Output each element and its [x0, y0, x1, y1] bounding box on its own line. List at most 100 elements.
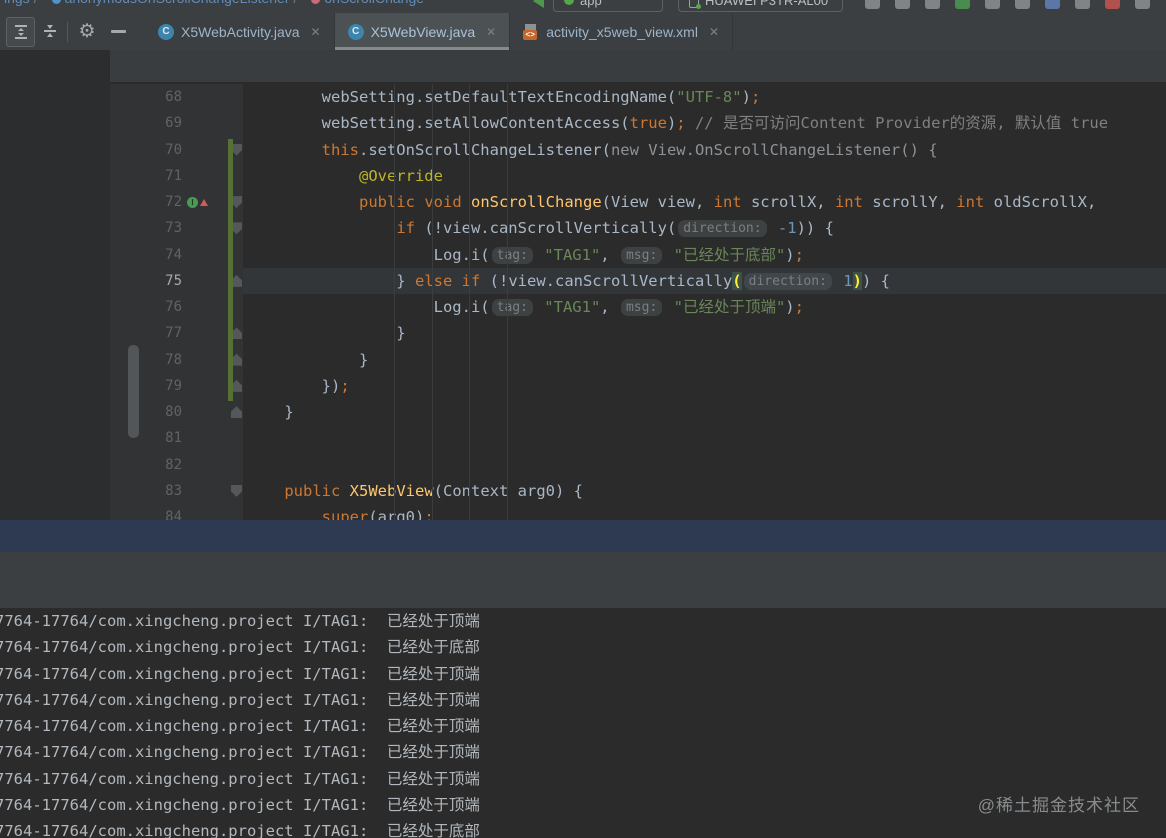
code-text[interactable]: super(arg0); [243, 504, 1166, 520]
device-icon[interactable] [865, 0, 880, 9]
code-text[interactable]: this.setOnScrollChangeListener(new View.… [243, 137, 1166, 163]
code-text[interactable]: webSetting.setAllowContentAccess(true); … [243, 110, 1166, 136]
code-line[interactable]: 82 [110, 451, 1166, 478]
gutter[interactable]: 76 [110, 294, 243, 321]
code-line[interactable]: 84 super(arg0); [110, 504, 1166, 520]
breadcrumb-method[interactable]: onScrollChange [324, 0, 424, 6]
code-line[interactable]: 78 } [110, 346, 1166, 373]
device-dropdown[interactable]: HUAWEI P3TR-AL00 [678, 0, 843, 12]
code-text[interactable]: }); [243, 373, 1166, 399]
fold-down-icon[interactable] [231, 484, 242, 497]
run-config-dropdown[interactable]: app [553, 0, 663, 12]
code-line[interactable]: 70 this.setOnScrollChangeListener(new Vi… [110, 136, 1166, 163]
build-icon[interactable] [985, 0, 1000, 9]
line-number[interactable]: 73 [110, 220, 182, 236]
layout-inspector-icon[interactable] [1045, 0, 1060, 9]
line-number[interactable]: 72 [110, 194, 182, 210]
hide-panel-button[interactable] [106, 17, 130, 45]
stop-icon[interactable] [1105, 0, 1120, 9]
tab-activity-x5web-view-xml[interactable]: <> activity_x5web_view.xml ✕ [510, 13, 734, 50]
gutter-icon-zone [182, 452, 226, 478]
settings-button[interactable]: ⚙ [74, 17, 100, 45]
code-text[interactable]: @Override [243, 163, 1166, 189]
line-number[interactable]: 81 [110, 430, 182, 446]
collapse-all-button[interactable] [38, 17, 62, 45]
tab-x5webview-java[interactable]: C X5WebView.java ✕ [334, 13, 511, 50]
capture-icon[interactable] [1075, 0, 1090, 9]
code-text[interactable]: public X5WebView(Context arg0) { [243, 478, 1166, 504]
line-number[interactable]: 74 [110, 247, 182, 263]
gutter[interactable]: 74 [110, 241, 243, 268]
line-number[interactable]: 83 [110, 483, 182, 499]
fold-up-icon[interactable] [231, 406, 242, 419]
line-number[interactable]: 84 [110, 509, 182, 520]
gutter[interactable]: 84 [110, 504, 243, 520]
code-text[interactable]: Log.i(tag: "TAG1", msg: "已经处于底部"); [243, 242, 1166, 268]
code-line[interactable]: 79 }); [110, 372, 1166, 399]
code-text[interactable]: if (!view.canScrollVertically(direction:… [243, 215, 1166, 241]
code-text[interactable]: webSetting.setDefaultTextEncodingName("U… [243, 84, 1166, 110]
gutter[interactable]: 83 [110, 477, 243, 504]
code-text[interactable]: } [243, 399, 1166, 425]
gutter[interactable]: 77 [110, 320, 243, 347]
code-editor[interactable]: 68 webSetting.setDefaultTextEncodingName… [110, 82, 1166, 520]
code-line[interactable]: 76 Log.i(tag: "TAG1", msg: "已经处于顶端"); [110, 294, 1166, 321]
close-tab-icon[interactable]: ✕ [709, 25, 719, 39]
code-line[interactable]: 68 webSetting.setDefaultTextEncodingName… [110, 84, 1166, 111]
breadcrumb-anonymous-class[interactable]: anonymousOnScrollChangeListener [65, 0, 290, 6]
profiler-icon[interactable] [1015, 0, 1030, 9]
code-line[interactable]: 81 [110, 425, 1166, 452]
line-number[interactable]: 76 [110, 299, 182, 315]
gutter-icon-zone [182, 425, 226, 451]
code-line[interactable]: 80 } [110, 399, 1166, 426]
scrollbar-thumb[interactable] [128, 345, 139, 438]
code-line[interactable]: 77 } [110, 320, 1166, 347]
close-tab-icon[interactable]: ✕ [486, 25, 496, 39]
xml-layout-icon: <> [523, 23, 539, 40]
gutter[interactable]: 75 [110, 267, 243, 294]
line-number[interactable]: 71 [110, 168, 182, 184]
gutter[interactable]: 70 [110, 136, 243, 163]
code-text[interactable]: } [243, 347, 1166, 373]
code-line[interactable]: 72 I public void onScrollChange(View view… [110, 189, 1166, 216]
code-text[interactable]: public void onScrollChange(View view, in… [243, 189, 1166, 215]
attach-debugger-icon[interactable] [895, 0, 910, 9]
gutter[interactable]: 68 [110, 84, 243, 111]
line-number[interactable]: 78 [110, 352, 182, 368]
code-text[interactable]: } else if (!view.canScrollVertically(dir… [243, 267, 1166, 294]
line-number[interactable]: 69 [110, 115, 182, 131]
line-number[interactable]: 70 [110, 142, 182, 158]
overrides-method-icon[interactable]: I [187, 196, 208, 208]
line-number[interactable]: 80 [110, 404, 182, 420]
scroll-to-source-button[interactable] [6, 17, 35, 47]
more-icon[interactable] [1135, 0, 1150, 9]
code-line[interactable]: 83 public X5WebView(Context arg0) { [110, 477, 1166, 504]
code-text[interactable]: } [243, 320, 1166, 346]
tab-label: activity_x5web_view.xml [546, 23, 698, 40]
gutter[interactable]: 82 [110, 451, 243, 478]
sync-project-icon[interactable] [955, 0, 970, 9]
gutter[interactable]: 73 [110, 215, 243, 242]
code-line[interactable]: 73 if (!view.canScrollVertically(directi… [110, 215, 1166, 242]
logcat-icon[interactable] [925, 0, 940, 9]
gutter[interactable]: 69 [110, 110, 243, 137]
gutter-icon-zone [182, 84, 226, 110]
gutter[interactable]: 71 [110, 162, 243, 189]
left-tool-window [0, 50, 110, 520]
close-tab-icon[interactable]: ✕ [311, 25, 321, 39]
breadcrumb[interactable]: ings/anonymousOnScrollChangeListener/onS… [4, 0, 424, 6]
code-line[interactable]: 75 } else if (!view.canScrollVertically(… [110, 267, 1166, 294]
logcat-panel-header[interactable] [0, 520, 1166, 552]
line-number[interactable]: 75 [110, 273, 182, 289]
line-number[interactable]: 82 [110, 457, 182, 473]
tab-x5webactivity-java[interactable]: C X5WebActivity.java ✕ [145, 13, 335, 50]
code-line[interactable]: 69 webSetting.setAllowContentAccess(true… [110, 110, 1166, 137]
line-number[interactable]: 77 [110, 325, 182, 341]
gutter[interactable]: 72 I [110, 189, 243, 216]
line-number[interactable]: 68 [110, 89, 182, 105]
code-line[interactable]: 71 @Override [110, 162, 1166, 189]
code-line[interactable]: 74 Log.i(tag: "TAG1", msg: "已经处于底部"); [110, 241, 1166, 268]
line-number[interactable]: 79 [110, 378, 182, 394]
code-text[interactable]: Log.i(tag: "TAG1", msg: "已经处于顶端"); [243, 294, 1166, 320]
fold-zone [231, 452, 243, 478]
